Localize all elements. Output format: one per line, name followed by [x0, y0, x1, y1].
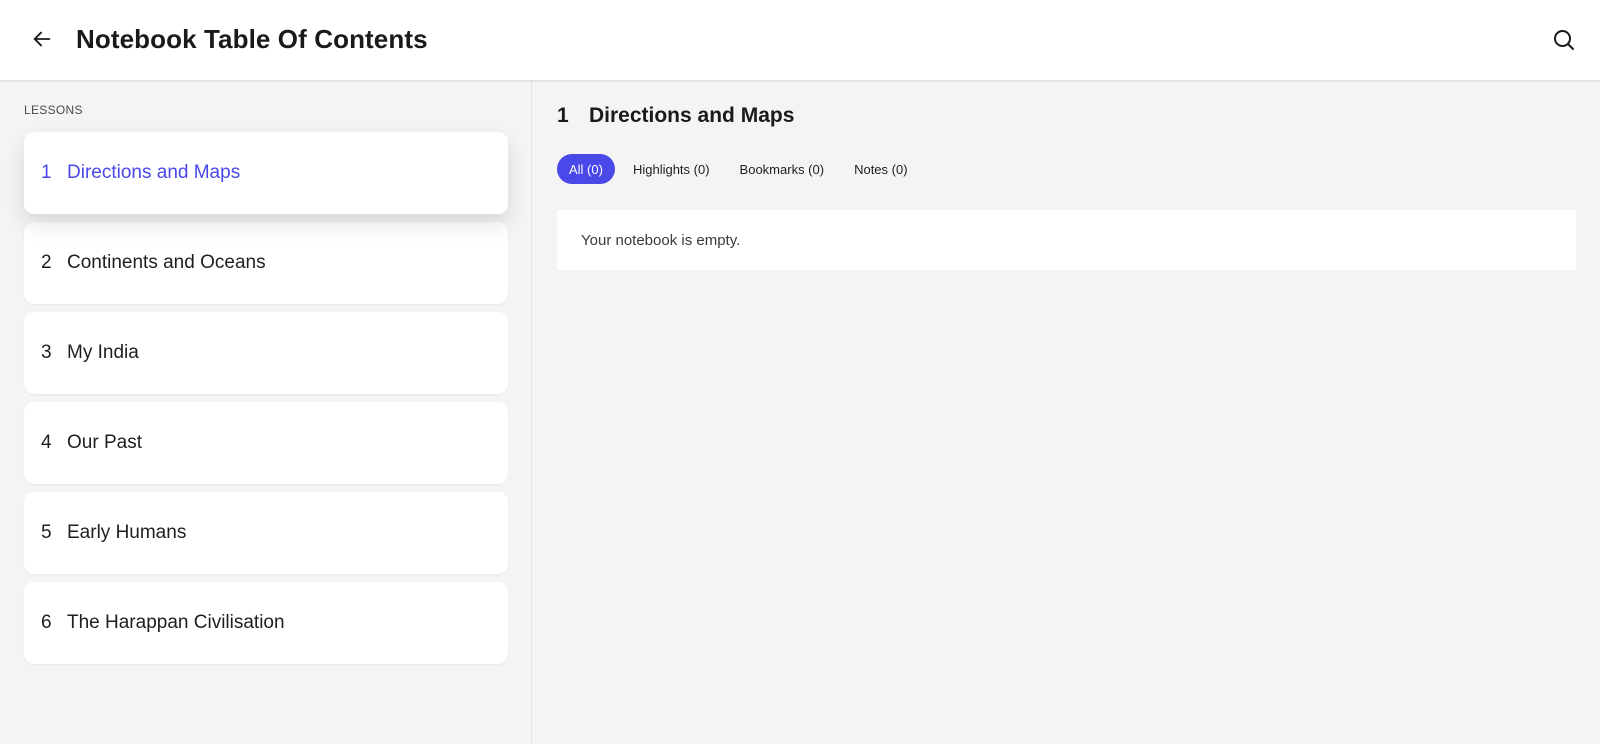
page-title: Notebook Table Of Contents — [76, 24, 428, 54]
lesson-number: 1 — [41, 162, 52, 183]
lesson-number: 2 — [41, 252, 52, 273]
sidebar-heading: LESSONS — [24, 103, 83, 117]
search-icon — [1554, 30, 1574, 50]
empty-notebook-message: Your notebook is empty. — [557, 210, 1576, 270]
lesson-label: Directions and Maps — [67, 162, 241, 183]
tab-notes[interactable]: Notes (0) — [842, 154, 919, 184]
lesson-label: The Harappan Civilisation — [67, 612, 285, 633]
lesson-item-continents-and-oceans[interactable]: 2 Continents and Oceans — [24, 222, 508, 304]
top-bar: Notebook Table Of Contents — [0, 0, 1600, 80]
tab-bookmarks[interactable]: Bookmarks (0) — [728, 154, 837, 184]
lesson-item-early-humans[interactable]: 5 Early Humans — [24, 492, 508, 574]
lesson-number: 6 — [41, 612, 52, 633]
lesson-number: 4 — [41, 432, 52, 453]
filter-tabs: All (0) Highlights (0) Bookmarks (0) Not… — [557, 154, 920, 184]
search-button[interactable] — [1550, 26, 1578, 54]
tab-highlights[interactable]: Highlights (0) — [621, 154, 722, 184]
lesson-heading-title: Directions and Maps — [589, 104, 795, 127]
lesson-heading-number: 1 — [557, 104, 569, 127]
lesson-item-directions-and-maps[interactable]: 1 Directions and Maps — [24, 132, 508, 214]
tab-all[interactable]: All (0) — [557, 154, 615, 184]
lesson-item-harappan-civilisation[interactable]: 6 The Harappan Civilisation — [24, 582, 508, 664]
lesson-item-my-india[interactable]: 3 My India — [24, 312, 508, 394]
lesson-label: Early Humans — [67, 522, 187, 543]
lesson-number: 5 — [41, 522, 52, 543]
lesson-label: Our Past — [67, 432, 142, 453]
arrow-left-icon — [33, 31, 51, 47]
notebook-content: 1 Directions and Maps All (0) Highlights… — [533, 80, 1600, 744]
lesson-list: 1 Directions and Maps 2 Continents and O… — [24, 132, 508, 672]
lesson-number: 3 — [41, 342, 52, 363]
lesson-item-our-past[interactable]: 4 Our Past — [24, 402, 508, 484]
lessons-sidebar: LESSONS 1 Directions and Maps 2 Continen… — [0, 80, 532, 744]
lesson-label: My India — [67, 342, 139, 363]
back-button[interactable] — [28, 25, 56, 53]
lesson-label: Continents and Oceans — [67, 252, 266, 273]
lesson-heading: 1 Directions and Maps — [557, 104, 794, 128]
